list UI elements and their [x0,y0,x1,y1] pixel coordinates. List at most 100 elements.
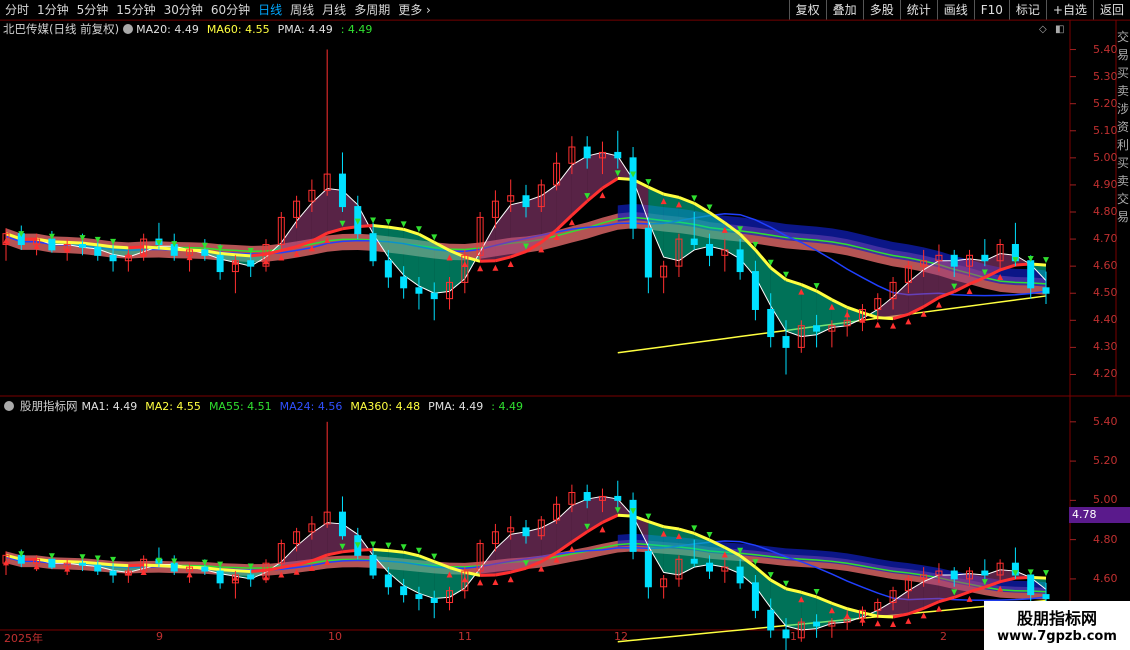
top-fill [296,202,312,247]
top-candle-body [522,195,530,208]
bottom-signal-arrow [890,621,897,628]
bottom-candle-body [338,511,346,537]
top-candle-body [400,276,408,289]
bottom-signal-arrow [905,617,912,624]
top-trend-seg [235,253,251,258]
date-tick: 12 [614,630,628,643]
top-candle-body [736,249,744,273]
watermark-name: 股朋指标网 [1016,609,1097,628]
bottom-signal-arrow [415,547,422,554]
top-signal-arrow [874,321,881,328]
bottom-candle-body [247,574,255,580]
top-signal-arrow [905,318,912,325]
date-tick: 11 [458,630,472,643]
price-tick: 4.80 [1093,205,1118,218]
bottom-trend-seg [877,614,894,619]
bottom-trend-seg [372,547,389,553]
bottom-signal-arrow [935,605,942,612]
price-tick: 4.40 [1093,313,1118,327]
bottom-candle-body [109,570,117,576]
bottom-trend-seg [388,549,404,554]
top-candle-body [950,254,958,267]
top-candle-body [1027,260,1035,289]
top-trend-seg [143,245,160,250]
bottom-candle-body [201,566,209,572]
bottom-trend-seg [67,560,83,564]
top-trend-seg [97,243,114,249]
price-tick: 5.00 [1093,493,1118,507]
bottom-signal-arrow [645,513,652,520]
bottom-signal-arrow [1027,569,1034,576]
price-tick: 5.10 [1093,123,1118,137]
bottom-signal-arrow [599,526,606,533]
bottom-fill [663,526,679,575]
top-signal-arrow [431,234,438,241]
bottom-signal-arrow [477,579,484,586]
top-candle-body [415,287,423,294]
top-signal-arrow [813,283,820,290]
price-tick: 4.70 [1093,232,1118,246]
bottom-trend-seg [143,563,160,568]
date-tick: 1 [790,630,797,643]
top-fill [495,204,511,261]
price-tick: 4.60 [1093,259,1118,273]
top-candle-body [629,157,637,229]
bottom-candle-body [782,629,790,639]
price-tick: 5.20 [1093,454,1118,468]
price-tick: 5.00 [1093,150,1118,164]
bottom-signal-arrow [507,576,514,583]
top-candle-body [1042,287,1050,294]
top-fill [786,279,802,337]
bottom-candle-body [400,586,408,596]
bottom-fill [495,534,511,575]
date-tick: 2025年 [4,632,43,645]
top-candle-body [644,227,652,278]
top-candle-body [614,151,622,159]
top-trend-seg [480,259,496,263]
bottom-signal-arrow [813,588,820,595]
top-candle-body [384,260,392,278]
bottom-signal-arrow [568,545,575,552]
bottom-signal-arrow [492,578,499,585]
bottom-trend-seg [112,563,129,568]
price-tick: 5.40 [1093,42,1118,56]
bottom-candle-body [751,582,759,611]
bottom-candle-body [48,558,56,568]
bottom-candle-body [813,621,821,627]
kline-chart[interactable] [0,0,1130,650]
top-fill [893,282,909,319]
bottom-candle-body [629,499,637,552]
top-signal-arrow [370,217,377,224]
bottom-candle-body [706,562,714,572]
top-fill [510,201,526,257]
top-candle-body [583,146,591,159]
bottom-signal-arrow [966,595,973,602]
top-candle-body [782,336,790,348]
top-signal-arrow [568,219,575,226]
top-candle-body [813,325,821,332]
top-signal-arrow [507,260,514,267]
price-tick: 5.30 [1093,69,1118,83]
bottom-candle-body [583,492,591,501]
top-fill [418,234,435,294]
bottom-signal-arrow [874,620,881,627]
bottom-candle-body [981,570,989,576]
price-tick: 4.20 [1093,367,1118,381]
bottom-candle-body [94,564,102,572]
top-candle-body [78,243,86,248]
top-signal-arrow [492,264,499,271]
top-trend-seg [219,251,236,257]
top-signal-arrow [415,226,422,233]
price-tick: 4.80 [1093,532,1118,546]
top-signal-arrow [400,221,407,228]
price-tick: 4.50 [1093,286,1118,300]
top-trend-seg [372,224,389,229]
top-candle-body [94,246,102,256]
bottom-signal-arrow [706,532,713,539]
crosshair-price-badge: 4.78 [1069,507,1130,523]
bottom-candle-body [415,594,423,600]
top-candle-body [338,173,346,208]
top-trend-seg [250,252,267,258]
top-candle-body [981,254,989,262]
top-signal-arrow [477,265,484,272]
